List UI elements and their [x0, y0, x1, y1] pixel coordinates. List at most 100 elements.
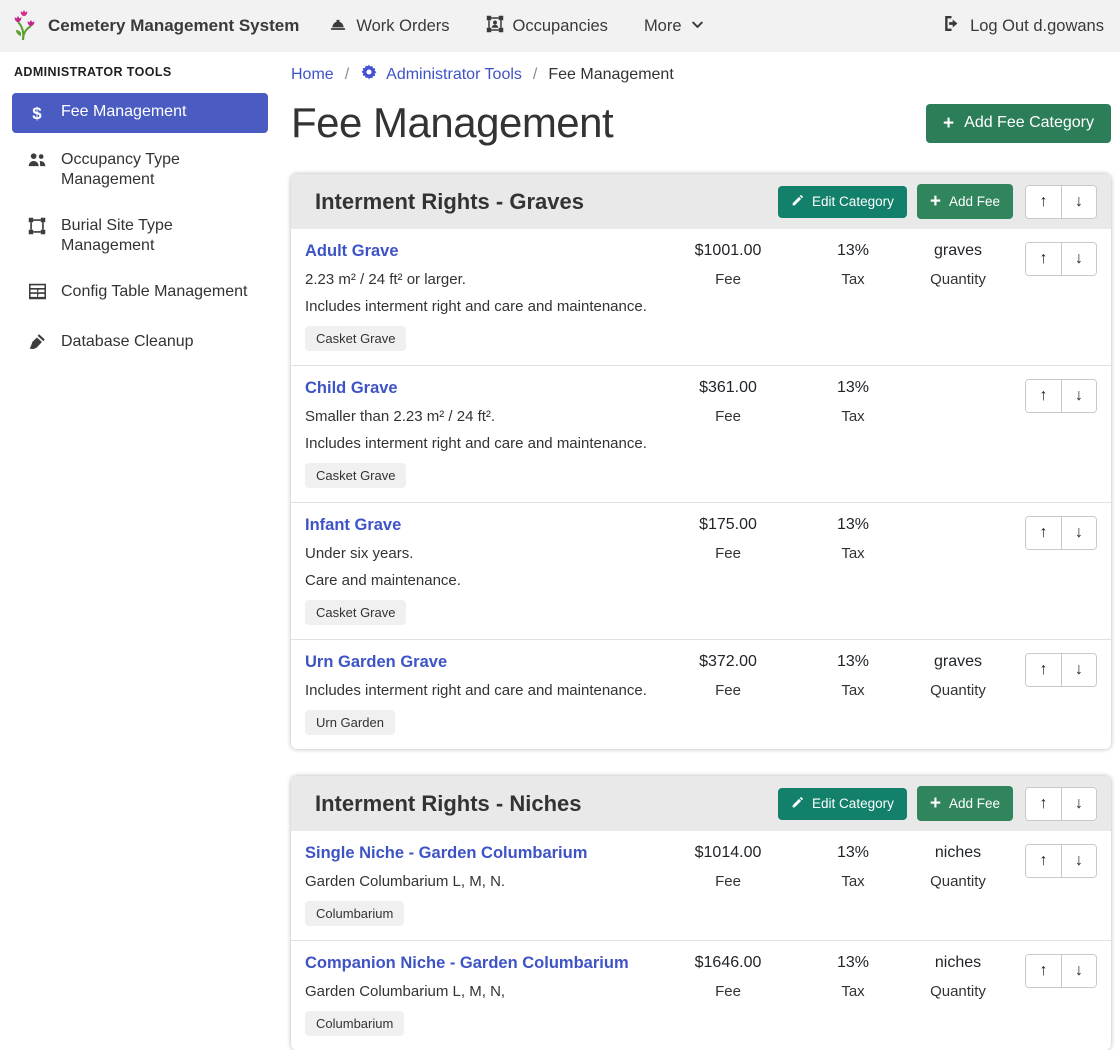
breadcrumb-admin-tools-label: Administrator Tools	[386, 66, 522, 84]
nav-occupancies[interactable]: Occupancies	[486, 15, 608, 38]
fee-reorder-buttons: ↑ ↓	[1025, 844, 1097, 878]
tax-column: 13% Tax	[803, 242, 903, 288]
add-fee-button[interactable]: + Add Fee	[917, 184, 1013, 219]
sidebar-item-label: Database Cleanup	[61, 332, 194, 352]
app-brand[interactable]: Cemetery Management System	[10, 6, 299, 47]
fee-amount-label: Fee	[653, 873, 803, 890]
tax-value: 13%	[803, 653, 903, 671]
fee-info: Companion Niche - Garden Columbarium Gar…	[305, 954, 653, 1036]
nav-logout-label: Log Out d.gowans	[970, 17, 1104, 36]
move-down-button[interactable]: ↓	[1061, 243, 1096, 275]
category-reorder-buttons: ↑ ↓	[1025, 185, 1097, 219]
tax-label: Tax	[803, 545, 903, 562]
move-down-button[interactable]: ↓	[1061, 186, 1096, 218]
sidebar-heading: ADMINISTRATOR TOOLS	[14, 65, 266, 79]
fee-reorder-buttons: ↑ ↓	[1025, 954, 1097, 988]
move-down-button[interactable]: ↓	[1061, 955, 1096, 987]
fee-row-companion-niche: Companion Niche - Garden Columbarium Gar…	[291, 941, 1111, 1050]
fee-description: Under six years.	[305, 545, 653, 562]
quantity-column: graves Quantity	[903, 653, 1013, 699]
fee-amount: $1001.00	[653, 242, 803, 260]
nav-work-orders[interactable]: Work Orders	[329, 15, 449, 38]
move-up-button[interactable]: ↑	[1026, 955, 1061, 987]
category-header: Interment Rights - Graves Edit Category …	[291, 174, 1111, 229]
fee-amount-column: $1014.00 Fee	[653, 844, 803, 890]
edit-category-button[interactable]: Edit Category	[778, 186, 907, 218]
tax-label: Tax	[803, 983, 903, 1000]
sidebar-item-label: Config Table Management	[61, 282, 248, 302]
occupancies-icon	[486, 15, 504, 38]
move-down-button[interactable]: ↓	[1061, 517, 1096, 549]
move-up-button[interactable]: ↑	[1026, 380, 1061, 412]
nav-logout[interactable]: Log Out d.gowans	[942, 14, 1104, 38]
fee-name-link[interactable]: Adult Grave	[305, 242, 653, 261]
fee-amount: $1014.00	[653, 844, 803, 862]
quantity-label: Quantity	[903, 983, 1013, 1000]
dollar-icon: $	[26, 103, 48, 124]
fee-amount: $175.00	[653, 516, 803, 534]
edit-category-button[interactable]: Edit Category	[778, 788, 907, 820]
fee-amount-column: $372.00 Fee	[653, 653, 803, 699]
add-fee-category-label: Add Fee Category	[964, 114, 1094, 132]
sidebar-item-occupancy-type[interactable]: Occupancy Type Management	[12, 141, 268, 199]
fee-amount-label: Fee	[653, 271, 803, 288]
move-down-button[interactable]: ↓	[1061, 380, 1096, 412]
fee-description: Smaller than 2.23 m² / 24 ft².	[305, 408, 653, 425]
sidebar-item-config-table[interactable]: Config Table Management	[12, 273, 268, 315]
move-down-button[interactable]: ↓	[1061, 788, 1096, 820]
tax-label: Tax	[803, 271, 903, 288]
quantity-column: niches Quantity	[903, 844, 1013, 890]
hard-hat-icon	[329, 15, 347, 38]
fee-info: Child Grave Smaller than 2.23 m² / 24 ft…	[305, 379, 653, 488]
sidebar-item-burial-site-type[interactable]: Burial Site Type Management	[12, 207, 268, 265]
move-down-button[interactable]: ↓	[1061, 845, 1096, 877]
fee-badge: Casket Grave	[305, 600, 406, 625]
quantity-value: niches	[903, 844, 1013, 862]
move-up-button[interactable]: ↑	[1026, 243, 1061, 275]
breadcrumb: Home / Administrator Tools / Fee Managem…	[291, 63, 1111, 86]
plus-icon: +	[930, 192, 941, 211]
move-up-button[interactable]: ↑	[1026, 517, 1061, 549]
edit-category-label: Edit Category	[812, 194, 894, 209]
fee-name-link[interactable]: Infant Grave	[305, 516, 653, 535]
add-fee-category-button[interactable]: + Add Fee Category	[926, 104, 1111, 143]
frame-icon	[26, 217, 48, 241]
breadcrumb-separator: /	[533, 66, 537, 84]
edit-category-label: Edit Category	[812, 796, 894, 811]
pencil-icon	[791, 194, 804, 210]
fee-description: Includes interment right and care and ma…	[305, 298, 653, 315]
nav-more-label: More	[644, 17, 682, 36]
move-down-button[interactable]: ↓	[1061, 654, 1096, 686]
quantity-column	[903, 379, 1013, 390]
pencil-icon	[791, 796, 804, 812]
fee-badge: Casket Grave	[305, 326, 406, 351]
quantity-column: graves Quantity	[903, 242, 1013, 288]
nav-more[interactable]: More	[644, 17, 704, 36]
move-up-button[interactable]: ↑	[1026, 845, 1061, 877]
move-up-button[interactable]: ↑	[1026, 788, 1061, 820]
fee-name-link[interactable]: Companion Niche - Garden Columbarium	[305, 954, 653, 973]
fee-name-link[interactable]: Child Grave	[305, 379, 653, 398]
move-up-button[interactable]: ↑	[1026, 186, 1061, 218]
logout-icon	[942, 14, 961, 38]
breadcrumb-admin-tools-link[interactable]: Administrator Tools	[360, 63, 522, 86]
fee-description: Garden Columbarium L, M, N.	[305, 873, 653, 890]
move-up-button[interactable]: ↑	[1026, 654, 1061, 686]
broom-icon	[26, 333, 48, 357]
breadcrumb-home-link[interactable]: Home	[291, 66, 334, 84]
fee-info: Adult Grave 2.23 m² / 24 ft² or larger. …	[305, 242, 653, 351]
category-reorder-buttons: ↑ ↓	[1025, 787, 1097, 821]
sidebar-item-label: Occupancy Type Management	[61, 150, 254, 190]
sidebar-item-database-cleanup[interactable]: Database Cleanup	[12, 323, 268, 366]
fee-info: Infant Grave Under six years. Care and m…	[305, 516, 653, 625]
breadcrumb-separator: /	[345, 66, 349, 84]
add-fee-button[interactable]: + Add Fee	[917, 786, 1013, 821]
tax-value: 13%	[803, 954, 903, 972]
fee-name-link[interactable]: Urn Garden Grave	[305, 653, 653, 672]
sidebar: ADMINISTRATOR TOOLS $ Fee Management Occ…	[0, 52, 280, 374]
fee-row-infant-grave: Infant Grave Under six years. Care and m…	[291, 503, 1111, 640]
fee-amount: $1646.00	[653, 954, 803, 972]
main-content: Home / Administrator Tools / Fee Managem…	[280, 52, 1120, 1050]
fee-name-link[interactable]: Single Niche - Garden Columbarium	[305, 844, 653, 863]
sidebar-item-fee-management[interactable]: $ Fee Management	[12, 93, 268, 133]
